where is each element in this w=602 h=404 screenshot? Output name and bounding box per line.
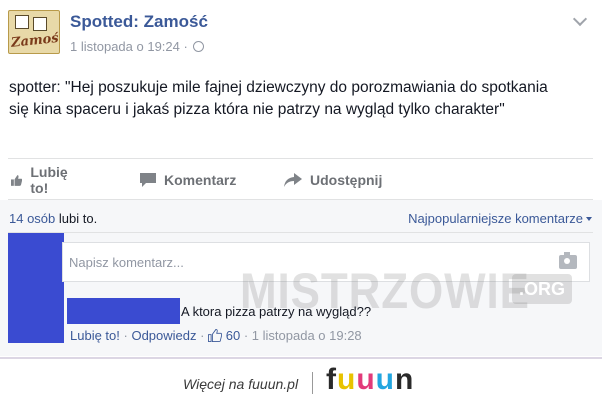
thumbs-up-icon [208,329,223,342]
likes-summary[interactable]: 14 osób lubi to. [9,211,97,226]
comment-actions: Lubię to! · Odpowiedz · 60 · 1 listopada… [70,328,362,343]
likes-count[interactable]: 14 osób [9,211,55,226]
comment-timestamp[interactable]: 1 listopada o 19:28 [252,328,362,343]
comment-sep: · [243,328,249,343]
logo-letter: u [356,363,376,396]
sort-comments-dropdown[interactable]: Najpopularniejsze komentarze [408,211,592,226]
thumbs-up-icon [11,174,23,186]
share-button[interactable]: Udostępnij [284,168,382,192]
facebook-post: Zamość Spotted: Zamość 1 listopada o 19:… [0,0,602,356]
more-link[interactable]: Więcej na fuuun.pl [183,376,298,392]
sort-label: Najpopularniejsze komentarze [408,211,583,226]
chevron-down-icon[interactable] [572,11,588,27]
speech-bubble-icon [140,173,156,187]
page-name-link[interactable]: Spotted: Zamość [70,12,208,32]
watermark-org-badge: .ORG [512,274,572,304]
avatar-logo-text: Zamość [10,30,60,51]
comment-text: A ktora pizza patrzy na wygląd?? [181,304,372,319]
comment-label: Komentarz [164,172,237,188]
footer-separator [312,372,313,394]
like-label: Lubię to! [30,164,68,196]
post-text: spotter: "Hej poszukuje mile fajnej dzie… [9,79,548,118]
share-arrow-icon [284,173,302,187]
camera-icon[interactable] [559,252,577,269]
post-meta: 1 listopada o 19:24 · [70,39,205,54]
censored-comment-author [67,298,180,324]
reactions-count: 60 [225,328,241,343]
likes-suffix: lubi to. [58,211,98,226]
comment-reactions[interactable]: 60 [208,328,244,343]
logo-letter: u [375,363,395,396]
share-label: Udostępnij [310,172,383,188]
comment-sep: · [123,328,128,343]
comment-placeholder: Napisz komentarz... [69,254,184,270]
avatar-square-icon [33,17,47,31]
divider [8,158,593,159]
page-avatar[interactable]: Zamość [8,10,60,54]
comment-reply-link[interactable]: Odpowiedz [131,328,196,343]
censored-avatar [8,233,64,343]
post-timestamp[interactable]: 1 listopada o 19:24 [70,39,180,54]
divider [8,232,593,233]
comment-sep: · [200,328,205,343]
fuuun-logo[interactable]: fuuun [326,363,414,397]
like-button[interactable]: Lubię to! [11,164,72,196]
comment-button[interactable]: Komentarz [140,168,236,192]
caret-down-icon [586,217,592,221]
globe-icon[interactable] [193,41,205,52]
avatar-square-icon [15,15,29,29]
logo-letter: u [337,363,357,396]
comment-like-link[interactable]: Lubię to! [70,328,120,343]
logo-letter: f [326,363,337,396]
logo-letter: n [394,363,415,396]
site-footer: Więcej na fuuun.pl fuuun [0,359,602,404]
meta-separator: · [183,39,188,54]
